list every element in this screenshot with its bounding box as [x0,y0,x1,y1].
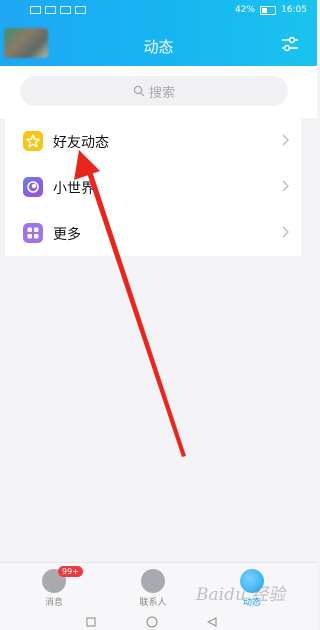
tab-label: 联系人 [139,598,167,608]
tab-contacts[interactable]: 联系人 [123,569,183,608]
unread-badge: 99+ [58,566,83,577]
tab-messages[interactable]: 99+ 消息 [24,566,84,608]
annotation-arrow [74,150,186,457]
tab-label: 消息 [44,598,63,608]
home-icon[interactable] [146,616,158,628]
back-icon[interactable] [207,617,217,627]
system-nav-bar [0,612,317,630]
contacts-icon [141,569,165,593]
recent-apps-icon[interactable] [86,617,96,627]
